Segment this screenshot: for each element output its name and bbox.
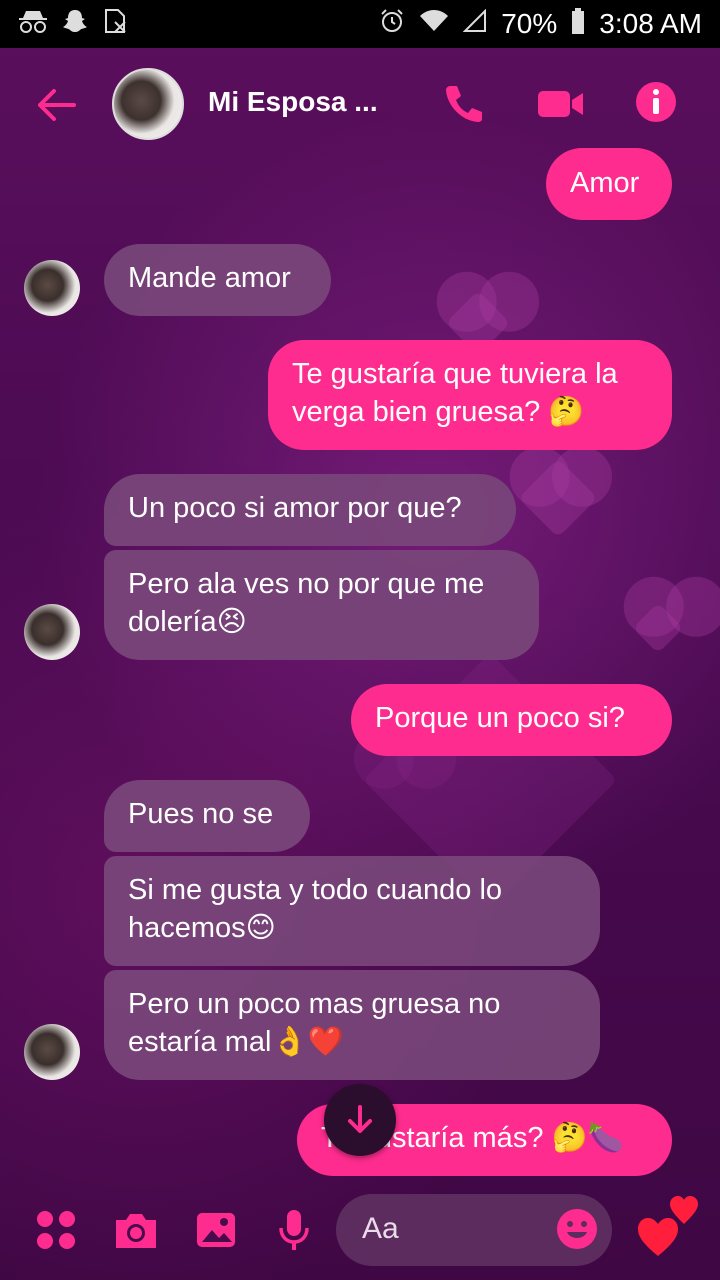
message-input[interactable]: Aa bbox=[336, 1194, 612, 1266]
gallery-icon[interactable] bbox=[194, 1208, 240, 1254]
contact-avatar[interactable] bbox=[112, 68, 184, 140]
message-received[interactable]: Pues no se bbox=[104, 780, 310, 852]
emoji-icon[interactable] bbox=[556, 1208, 598, 1250]
message-sent[interactable]: Te gustaría que tuviera la verga bien gr… bbox=[268, 340, 672, 450]
message-received[interactable]: Si me gusta y todo cuando lo hacemos😊 bbox=[104, 856, 600, 966]
message-received[interactable]: Pero un poco mas gruesa no estaría mal👌❤… bbox=[104, 970, 600, 1080]
conversation-header: Mi Esposa ... bbox=[0, 48, 720, 160]
contact-avatar-small bbox=[24, 1024, 80, 1080]
battery-icon bbox=[571, 8, 585, 40]
contact-avatar-small bbox=[24, 260, 80, 316]
snapchat-icon bbox=[62, 8, 88, 40]
scroll-to-bottom-button[interactable] bbox=[324, 1084, 396, 1156]
battery-percent: 70% bbox=[501, 8, 558, 39]
message-sent[interactable]: Amor bbox=[546, 148, 672, 220]
contact-avatar-small bbox=[24, 604, 80, 660]
phone-icon[interactable] bbox=[440, 80, 488, 128]
message-sent[interactable]: Porque un poco si? bbox=[351, 684, 672, 756]
signal-icon bbox=[462, 8, 487, 39]
video-camera-icon[interactable] bbox=[536, 80, 584, 128]
apps-icon[interactable] bbox=[34, 1208, 80, 1254]
no-sim-icon bbox=[102, 8, 128, 40]
message-received[interactable]: Pero ala ves no por que me dolería😣 bbox=[104, 550, 539, 660]
hearts-icon[interactable] bbox=[636, 1196, 706, 1262]
status-bar: 70% 3:08 AM bbox=[0, 0, 720, 48]
incognito-icon bbox=[18, 8, 48, 40]
clock: 3:08 AM bbox=[599, 8, 702, 39]
alarm-icon bbox=[379, 8, 405, 40]
info-icon[interactable] bbox=[634, 80, 682, 128]
microphone-icon[interactable] bbox=[272, 1208, 318, 1254]
camera-icon[interactable] bbox=[112, 1208, 158, 1254]
contact-name[interactable]: Mi Esposa ... bbox=[208, 86, 378, 118]
back-arrow-icon[interactable] bbox=[34, 82, 80, 128]
message-composer: Aa bbox=[0, 1186, 720, 1280]
message-received[interactable]: Mande amor bbox=[104, 244, 331, 316]
scroll-down-icon bbox=[348, 1105, 372, 1133]
message-received[interactable]: Un poco si amor por que? bbox=[104, 474, 516, 546]
message-input-placeholder: Aa bbox=[362, 1212, 399, 1245]
wifi-icon bbox=[419, 9, 449, 39]
